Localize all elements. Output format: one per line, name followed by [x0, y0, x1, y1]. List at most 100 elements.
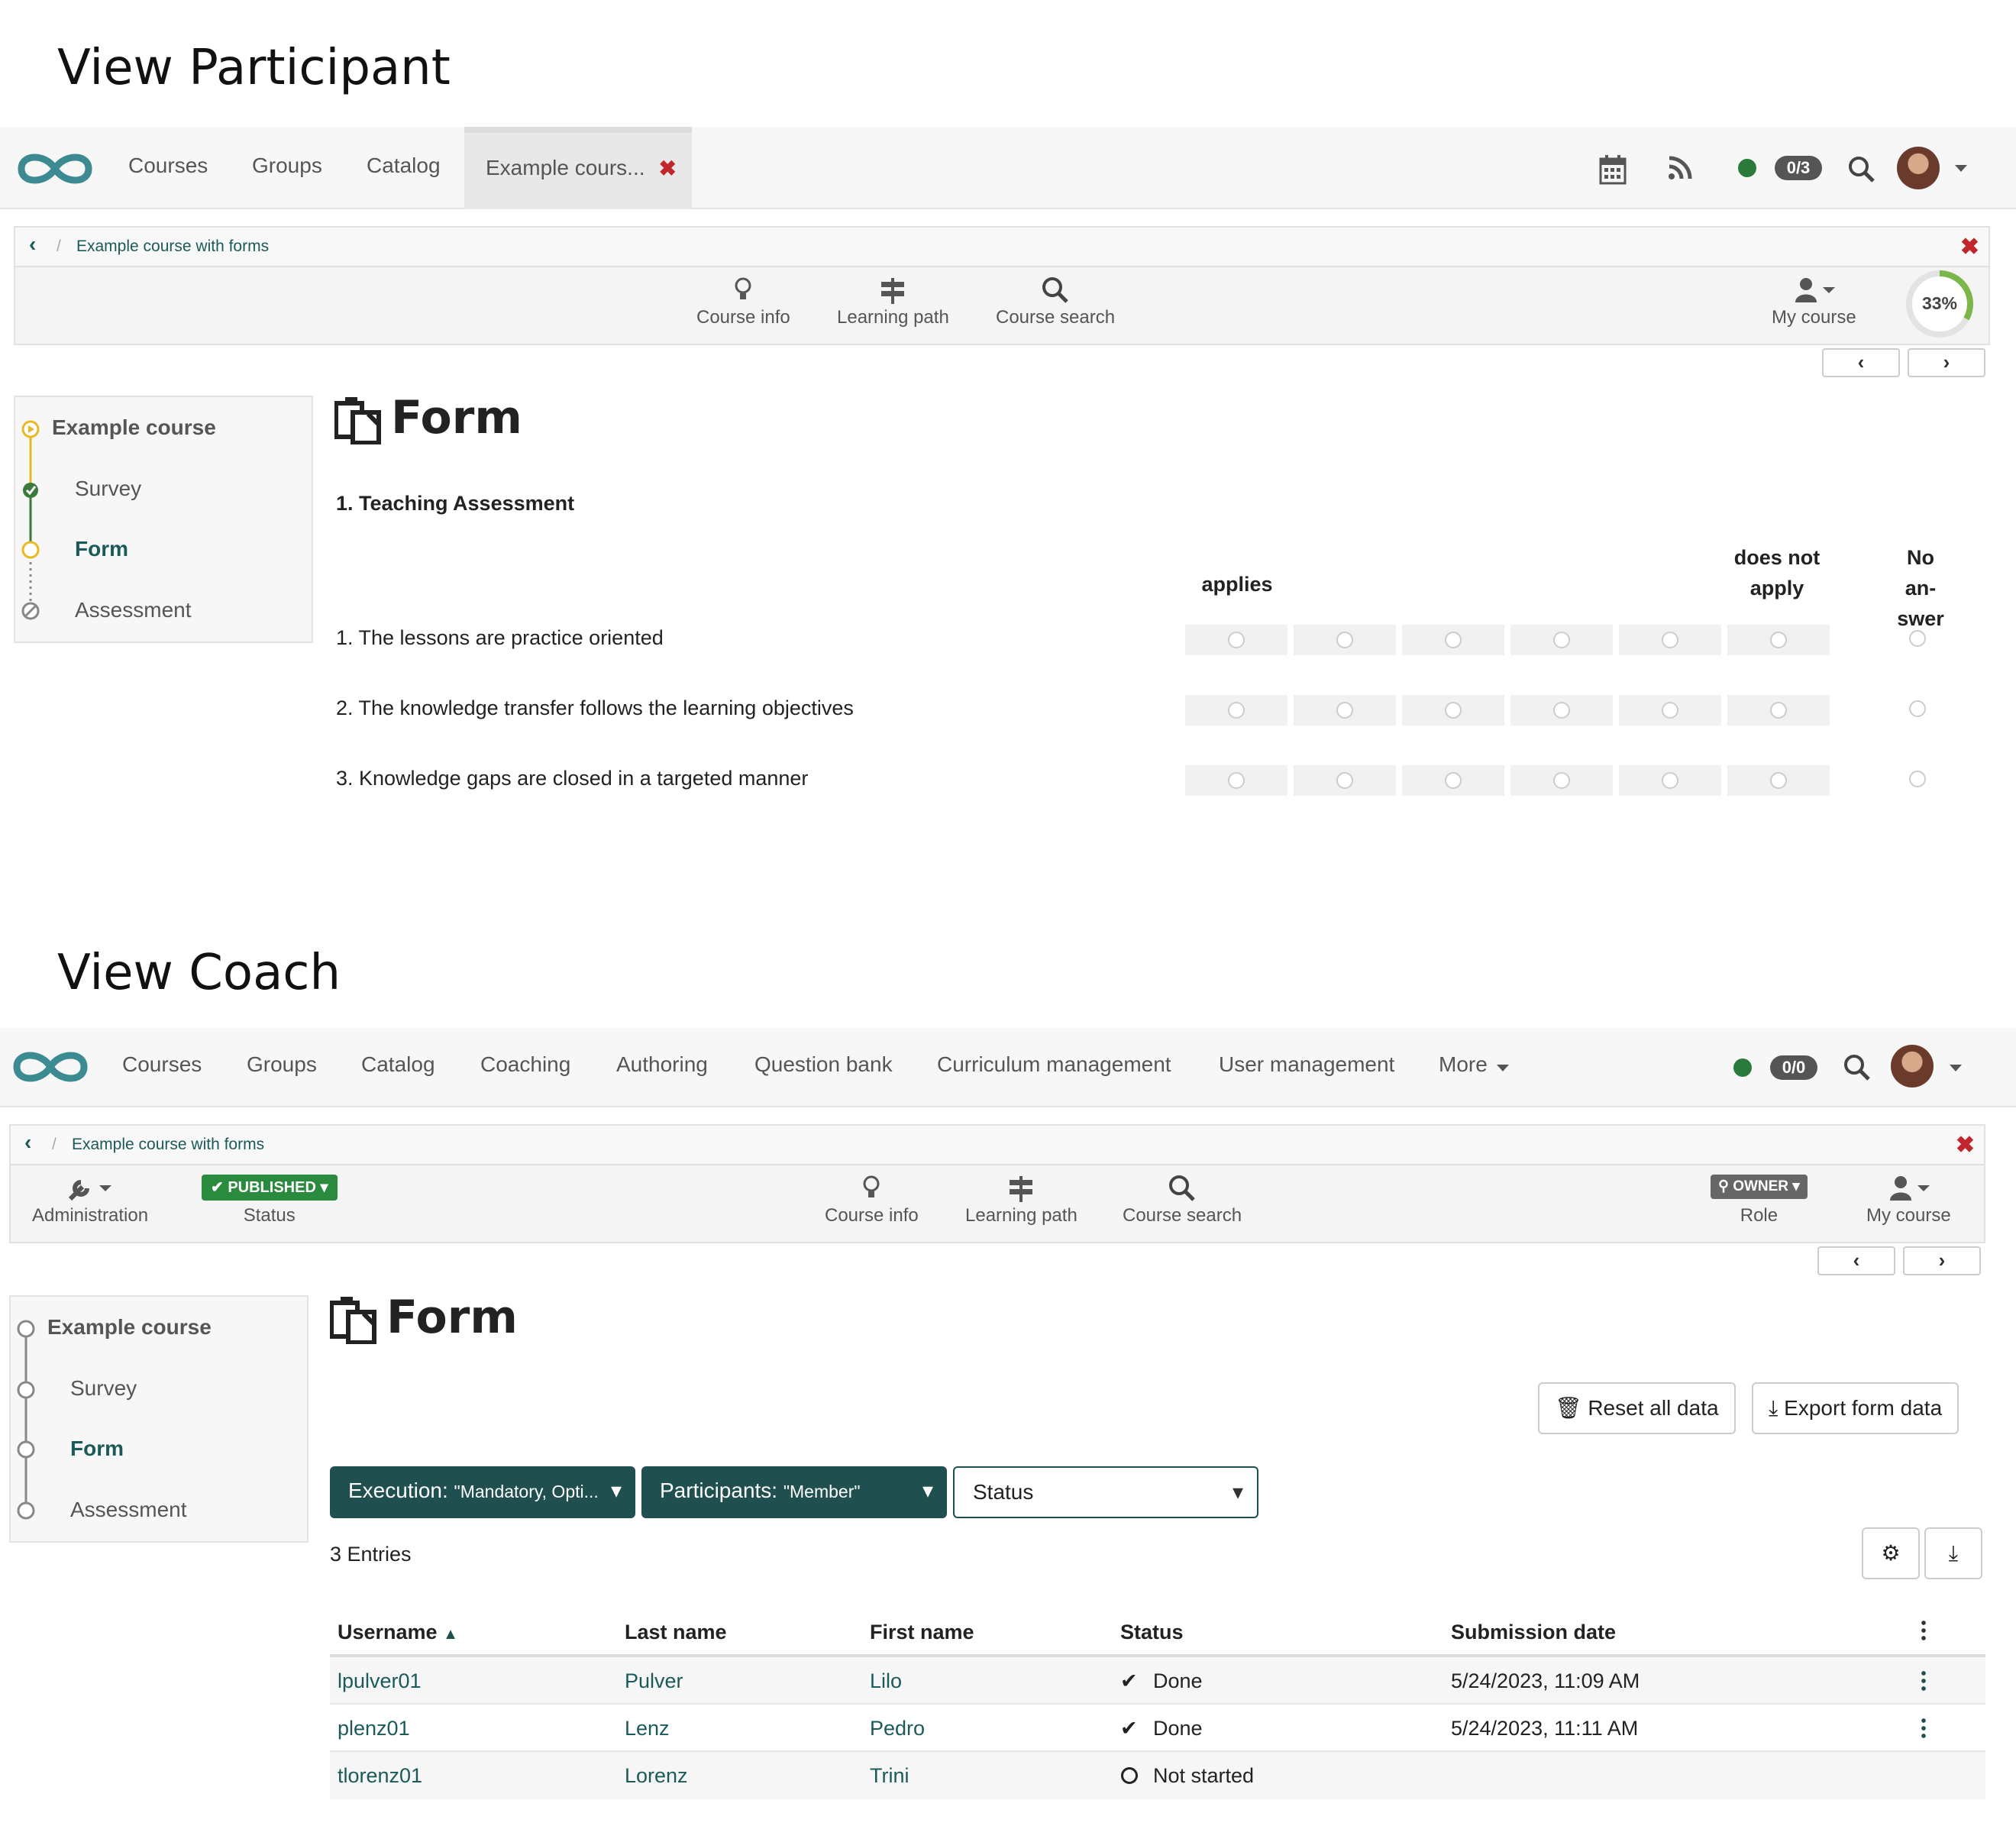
tool-my-course[interactable]: My course	[1866, 1175, 1951, 1226]
column-last-name[interactable]: Last name	[625, 1621, 727, 1644]
calendar-icon[interactable]	[1599, 154, 1627, 185]
export-form-data-button[interactable]: ⤓ Export form data	[1752, 1382, 1959, 1434]
column-options-icon[interactable]	[1921, 1619, 1926, 1642]
online-status-dot[interactable]	[1738, 159, 1756, 177]
no-answer-radio[interactable]	[1909, 700, 1926, 717]
row-last-name[interactable]: Lorenz	[625, 1764, 688, 1788]
menu-item-form[interactable]: Form	[70, 1437, 124, 1461]
previous-node-button[interactable]: ‹	[1822, 348, 1900, 377]
assessment-badge[interactable]: 0/0	[1770, 1055, 1817, 1080]
chevron-down-icon[interactable]	[1955, 165, 1967, 172]
rating-radio[interactable]	[1228, 702, 1245, 719]
row-first-name[interactable]: Trini	[870, 1764, 909, 1788]
table-settings-button[interactable]: ⚙	[1862, 1527, 1920, 1579]
tool-status[interactable]: ✔ PUBLISHED ▾ Status	[202, 1175, 338, 1226]
tool-administration[interactable]: Administration	[32, 1175, 148, 1226]
row-last-name[interactable]: Pulver	[625, 1669, 683, 1693]
rating-radio[interactable]	[1662, 702, 1678, 719]
rating-radio[interactable]	[1336, 632, 1353, 648]
row-username[interactable]: lpulver01	[338, 1669, 422, 1693]
tool-course-search[interactable]: Course search	[1123, 1175, 1242, 1226]
rating-radio[interactable]	[1553, 772, 1570, 789]
tool-learning-path[interactable]: Learning path	[965, 1175, 1077, 1226]
tool-course-search[interactable]: Course search	[996, 276, 1115, 328]
row-last-name[interactable]: Lenz	[625, 1717, 670, 1740]
column-first-name[interactable]: First name	[870, 1621, 974, 1644]
nav-coaching[interactable]: Coaching	[480, 1052, 570, 1077]
nav-more[interactable]: More	[1439, 1052, 1488, 1077]
no-answer-radio[interactable]	[1909, 771, 1926, 787]
table-download-button[interactable]: ⤓	[1924, 1527, 1982, 1579]
column-submission-date[interactable]: Submission date	[1451, 1621, 1616, 1644]
menu-root-course[interactable]: Example course	[47, 1315, 212, 1340]
nav-catalog[interactable]: Catalog	[367, 154, 441, 178]
nav-question-bank[interactable]: Question bank	[754, 1052, 893, 1077]
rating-radio[interactable]	[1445, 702, 1462, 719]
rating-radio[interactable]	[1445, 632, 1462, 648]
nav-authoring[interactable]: Authoring	[616, 1052, 708, 1077]
menu-root-course[interactable]: Example course	[52, 415, 216, 440]
back-icon[interactable]: ‹	[24, 1130, 31, 1155]
status-filter[interactable]: Status ▾	[953, 1466, 1258, 1518]
close-course-icon[interactable]: ✖	[1956, 1132, 1975, 1159]
rating-radio[interactable]	[1553, 702, 1570, 719]
rss-icon[interactable]	[1668, 156, 1692, 180]
nav-curriculum-management[interactable]: Curriculum management	[937, 1052, 1171, 1077]
online-status-dot[interactable]	[1733, 1058, 1752, 1077]
menu-item-assessment[interactable]: Assessment	[70, 1498, 187, 1522]
nav-groups[interactable]: Groups	[247, 1052, 317, 1077]
progress-ring[interactable]: 33%	[1901, 266, 1978, 342]
search-icon[interactable]	[1848, 156, 1875, 183]
rating-radio[interactable]	[1228, 632, 1245, 648]
nav-courses[interactable]: Courses	[122, 1052, 202, 1077]
execution-filter[interactable]: Execution: "Mandatory, Opti... ▾	[330, 1466, 635, 1518]
close-course-icon[interactable]: ✖	[1960, 234, 1979, 260]
next-node-button[interactable]: ›	[1908, 348, 1985, 377]
openolat-logo[interactable]	[15, 150, 95, 188]
nav-groups[interactable]: Groups	[252, 154, 322, 178]
menu-item-survey[interactable]: Survey	[70, 1376, 137, 1401]
rating-radio[interactable]	[1662, 772, 1678, 789]
rating-radio[interactable]	[1553, 632, 1570, 648]
openolat-logo[interactable]	[11, 1048, 90, 1086]
menu-item-survey[interactable]: Survey	[75, 477, 141, 501]
avatar[interactable]	[1891, 1045, 1934, 1088]
rating-radio[interactable]	[1336, 702, 1353, 719]
assessment-badge[interactable]: 0/3	[1775, 156, 1822, 180]
published-badge[interactable]: ✔ PUBLISHED ▾	[202, 1175, 338, 1201]
no-answer-radio[interactable]	[1909, 630, 1926, 647]
row-username[interactable]: plenz01	[338, 1717, 410, 1740]
search-icon[interactable]	[1843, 1054, 1871, 1081]
participants-filter[interactable]: Participants: "Member" ▾	[641, 1466, 947, 1518]
nav-catalog[interactable]: Catalog	[361, 1052, 435, 1077]
breadcrumb-course[interactable]: Example course with forms	[76, 238, 269, 256]
breadcrumb-course[interactable]: Example course with forms	[72, 1136, 264, 1154]
tool-my-course[interactable]: My course	[1772, 276, 1856, 328]
menu-item-form[interactable]: Form	[75, 537, 128, 561]
tool-learning-path[interactable]: Learning path	[837, 276, 949, 328]
rating-radio[interactable]	[1228, 772, 1245, 789]
nav-course-tab[interactable]: Example cours... ✖	[464, 127, 692, 209]
row-actions-icon[interactable]	[1921, 1669, 1926, 1692]
tool-course-info[interactable]: Course info	[696, 276, 790, 328]
next-node-button[interactable]: ›	[1903, 1246, 1981, 1275]
reset-all-data-button[interactable]: 🗑 Reset all data	[1538, 1382, 1736, 1434]
back-icon[interactable]: ‹	[29, 232, 36, 257]
rating-radio[interactable]	[1770, 702, 1787, 719]
nav-user-management[interactable]: User management	[1219, 1052, 1394, 1077]
column-status[interactable]: Status	[1120, 1621, 1184, 1644]
chevron-down-icon[interactable]	[1950, 1065, 1962, 1071]
row-actions-icon[interactable]	[1921, 1717, 1926, 1740]
row-username[interactable]: tlorenz01	[338, 1764, 422, 1788]
tool-role[interactable]: ⚲ OWNER ▾ Role	[1711, 1175, 1808, 1226]
column-username[interactable]: Username ▲	[338, 1621, 458, 1644]
rating-radio[interactable]	[1336, 772, 1353, 789]
avatar[interactable]	[1897, 147, 1940, 189]
menu-item-assessment[interactable]: Assessment	[75, 598, 192, 622]
row-first-name[interactable]: Lilo	[870, 1669, 902, 1693]
rating-radio[interactable]	[1770, 632, 1787, 648]
owner-badge[interactable]: ⚲ OWNER ▾	[1711, 1175, 1808, 1199]
row-first-name[interactable]: Pedro	[870, 1717, 925, 1740]
previous-node-button[interactable]: ‹	[1817, 1246, 1895, 1275]
close-tab-icon[interactable]: ✖	[659, 156, 677, 181]
